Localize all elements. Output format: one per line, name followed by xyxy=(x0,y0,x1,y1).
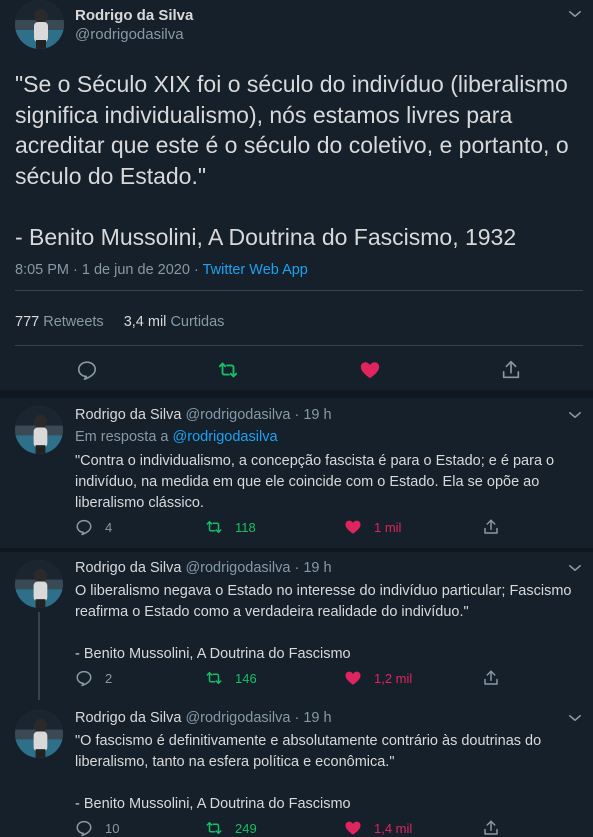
tweet-text: O liberalismo negava o Estado no interes… xyxy=(75,583,572,662)
like-action[interactable]: 1,2 mil xyxy=(344,669,412,687)
reply-count: 4 xyxy=(105,519,113,535)
heart-icon xyxy=(345,821,361,835)
reply-tweet[interactable]: Rodrigo da Silva @rodrigodasilva · 19 h … xyxy=(0,700,593,837)
reply-count: 10 xyxy=(105,820,120,836)
author-handle[interactable]: @rodrigodasilva xyxy=(185,710,290,726)
share-icon xyxy=(484,670,498,685)
like-action[interactable]: 1 mil xyxy=(344,518,401,536)
tweet-time[interactable]: · 19 h xyxy=(294,407,331,423)
reply-action[interactable]: 4 xyxy=(75,518,112,536)
retweet-count: 146 xyxy=(235,670,257,686)
like-action[interactable]: 1,4 mil xyxy=(344,819,412,837)
share-action[interactable] xyxy=(482,819,512,837)
reply-tweet[interactable]: Rodrigo da Silva @rodrigodasilva · 19 h … xyxy=(0,552,593,700)
reply-header: Rodrigo da Silva @rodrigodasilva · 19 h xyxy=(75,407,332,423)
likes-count[interactable]: 3,4 mil xyxy=(124,314,167,330)
retweet-action[interactable]: 118 xyxy=(205,518,256,536)
tweet-text: "O fascismo é definitivamente e absoluta… xyxy=(75,733,542,812)
chevron-down-icon[interactable] xyxy=(566,406,584,424)
thread-line xyxy=(38,612,40,700)
avatar[interactable] xyxy=(15,710,63,758)
retweet-action[interactable]: 249 xyxy=(205,819,257,837)
avatar[interactable] xyxy=(15,406,63,454)
reply-prefix: Em resposta a xyxy=(75,429,173,445)
retweets-label[interactable]: Retweets xyxy=(43,314,103,330)
reply-count: 2 xyxy=(105,670,113,686)
reply-to-link[interactable]: @rodrigodasilva xyxy=(173,429,278,445)
author-name[interactable]: Rodrigo da Silva xyxy=(75,407,181,423)
retweet-icon[interactable] xyxy=(217,359,239,381)
reply-context: Em resposta a @rodrigodasilva xyxy=(75,429,278,445)
retweet-icon xyxy=(206,822,222,834)
avatar[interactable] xyxy=(15,0,64,49)
author-handle[interactable]: @rodrigodasilva xyxy=(75,26,184,43)
reply-action[interactable]: 10 xyxy=(75,819,119,837)
author-name[interactable]: Rodrigo da Silva xyxy=(75,560,181,576)
share-icon[interactable] xyxy=(500,359,522,381)
retweet-icon xyxy=(206,521,222,533)
reply-tweet[interactable]: Rodrigo da Silva @rodrigodasilva · 19 h … xyxy=(0,398,593,548)
heart-icon[interactable] xyxy=(359,359,381,381)
share-icon xyxy=(484,820,498,835)
chevron-down-icon[interactable] xyxy=(566,5,584,23)
reply-header: Rodrigo da Silva @rodrigodasilva · 19 h xyxy=(75,560,332,576)
like-count: 1,2 mil xyxy=(374,670,413,686)
reply-icon xyxy=(76,670,92,687)
tweet-time[interactable]: · 19 h xyxy=(294,710,331,726)
author-name[interactable]: Rodrigo da Silva xyxy=(75,710,181,726)
retweet-count: 118 xyxy=(235,519,256,535)
divider xyxy=(15,345,583,346)
tweet-timestamp: 8:05 PM · 1 de jun de 2020 · Twitter Web… xyxy=(15,262,308,278)
tweet-text: "Se o Século XIX foi o século do indivíd… xyxy=(15,71,569,250)
like-count: 1 mil xyxy=(374,519,402,535)
tweet-time[interactable]: · 19 h xyxy=(294,560,331,576)
tweet-source[interactable]: Twitter Web App xyxy=(203,262,308,278)
retweet-count: 249 xyxy=(235,820,257,836)
retweet-icon xyxy=(206,672,222,684)
divider xyxy=(15,290,583,291)
share-icon xyxy=(484,519,498,534)
retweets-count[interactable]: 777 xyxy=(15,314,39,330)
reply-icon xyxy=(76,519,92,536)
chevron-down-icon[interactable] xyxy=(566,709,584,727)
avatar[interactable] xyxy=(15,560,63,608)
tweet-time[interactable]: 8:05 PM · 1 de jun de 2020 · xyxy=(15,262,203,278)
separator xyxy=(0,390,593,398)
author-name[interactable]: Rodrigo da Silva xyxy=(75,7,193,24)
tweet-text: "Contra o individualismo, a concepção fa… xyxy=(75,453,559,511)
share-action[interactable] xyxy=(482,669,512,687)
main-tweet: Rodrigo da Silva @rodrigodasilva "Se o S… xyxy=(0,0,593,398)
chevron-down-icon[interactable] xyxy=(566,559,584,577)
author-handle[interactable]: @rodrigodasilva xyxy=(185,560,290,576)
heart-icon xyxy=(345,671,361,685)
author-handle[interactable]: @rodrigodasilva xyxy=(185,407,290,423)
reply-header: Rodrigo da Silva @rodrigodasilva · 19 h xyxy=(75,710,332,726)
share-action[interactable] xyxy=(482,518,512,536)
reply-action[interactable]: 2 xyxy=(75,669,112,687)
retweet-action[interactable]: 146 xyxy=(205,669,257,687)
heart-icon xyxy=(345,520,361,534)
reply-icon xyxy=(76,820,92,837)
like-count: 1,4 mil xyxy=(374,820,413,836)
likes-label[interactable]: Curtidas xyxy=(170,314,224,330)
reply-icon[interactable] xyxy=(76,359,98,381)
tweet-stats: 777 Retweets 3,4 mil Curtidas xyxy=(15,314,224,330)
